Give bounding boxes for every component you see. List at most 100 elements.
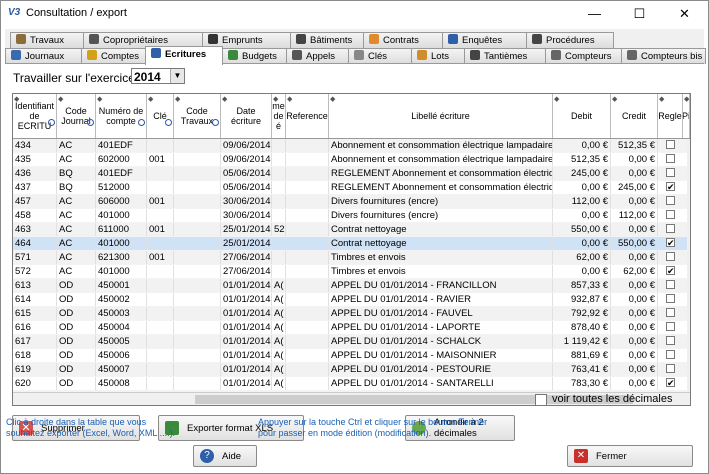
cell-debit[interactable]: 245,00 € [553, 167, 611, 180]
table-row[interactable]: 457 AC 606000 001 30/06/2014 Divers fournitur… [13, 195, 690, 208]
regle-checkbox[interactable] [666, 336, 675, 345]
cell-libelle[interactable]: Contrat nettoyage [329, 237, 553, 250]
sort-handle-icon[interactable]: ◆ [330, 95, 335, 105]
cell-ref[interactable] [286, 209, 329, 222]
cell-date[interactable]: 30/06/2014 [221, 209, 272, 222]
table-row[interactable]: 571 AC 621300 001 27/06/2014 Timbres et envoi… [13, 251, 690, 264]
column-header[interactable]: ◆ Libellé écriture [329, 94, 553, 138]
cell-journal[interactable]: AC [57, 139, 96, 152]
cell-date[interactable]: 01/01/2014 [221, 377, 272, 390]
cell-debit[interactable]: 878,40 € [553, 321, 611, 334]
cell-id[interactable]: 617 [13, 335, 57, 348]
cell-id[interactable]: 437 [13, 181, 57, 194]
cell-id[interactable]: 457 [13, 195, 57, 208]
regle-checkbox[interactable] [666, 210, 675, 219]
cell-id[interactable]: 616 [13, 321, 57, 334]
search-icon[interactable] [165, 119, 172, 126]
cell-travaux[interactable] [174, 279, 221, 292]
regle-checkbox[interactable] [666, 168, 675, 177]
cell-debit[interactable]: 1 119,42 € [553, 335, 611, 348]
cell-journal[interactable]: OD [57, 279, 96, 292]
regle-checkbox[interactable] [666, 322, 675, 331]
cell-me[interactable]: A( [272, 363, 286, 376]
cell-cle[interactable] [147, 307, 174, 320]
table-row[interactable]: 619 OD 450007 01/01/2014 A(APPEL DU 01/01/20… [13, 363, 690, 376]
cell-travaux[interactable] [174, 293, 221, 306]
search-icon[interactable] [138, 119, 145, 126]
column-header[interactable]: ◆ Numéro de compte [96, 94, 147, 138]
cell-ref[interactable] [286, 363, 329, 376]
regle-checkbox[interactable]: ✔ [666, 378, 675, 388]
column-header[interactable]: ◆ Regle [658, 94, 683, 138]
cell-date[interactable]: 01/01/2014 [221, 335, 272, 348]
table-row[interactable]: 464 AC 401000 25/01/2014 Contrat nettoyage 0,… [13, 237, 690, 250]
cell-ref[interactable] [286, 321, 329, 334]
cell-libelle[interactable]: Timbres et envois [329, 265, 553, 278]
cell-cle[interactable] [147, 237, 174, 250]
cell-credit[interactable]: 0,00 € [611, 349, 658, 362]
column-header[interactable]: ◆ Reference [286, 94, 329, 138]
cell-travaux[interactable] [174, 139, 221, 152]
cell-libelle[interactable]: REGLEMENT Abonnement et consommation éle… [329, 181, 553, 194]
regle-checkbox[interactable] [666, 364, 675, 373]
cell-cle[interactable] [147, 377, 174, 390]
cell-libelle[interactable]: APPEL DU 01/01/2014 - PESTOURIE [329, 363, 553, 376]
cell-id[interactable]: 614 [13, 293, 57, 306]
cell-ref[interactable] [286, 181, 329, 194]
table-row[interactable]: 615 OD 450003 01/01/2014 A(APPEL DU 01/01/20… [13, 307, 690, 320]
sort-handle-icon[interactable]: ◆ [58, 95, 63, 105]
column-header[interactable]: ◆ me de é [272, 94, 286, 138]
cell-libelle[interactable]: APPEL DU 01/01/2014 - MAISONNIER [329, 349, 553, 362]
tab-journaux[interactable]: Journaux [5, 48, 82, 64]
cell-travaux[interactable] [174, 209, 221, 222]
table-row[interactable]: 434 AC 401EDF 09/06/2014 Abonnement et conso… [13, 139, 690, 152]
cell-journal[interactable]: OD [57, 321, 96, 334]
cell-journal[interactable]: OD [57, 349, 96, 362]
column-header[interactable]: ◆ Code Journal [57, 94, 96, 138]
cell-date[interactable]: 09/06/2014 [221, 139, 272, 152]
table-row[interactable]: 613 OD 450001 01/01/2014 A(APPEL DU 01/01/20… [13, 279, 690, 292]
cell-credit[interactable]: 245,00 € [611, 181, 658, 194]
cell-travaux[interactable] [174, 335, 221, 348]
cell-travaux[interactable] [174, 377, 221, 390]
cell-debit[interactable]: 857,33 € [553, 279, 611, 292]
cell-ref[interactable] [286, 251, 329, 264]
cell-cle[interactable] [147, 321, 174, 334]
cell-me[interactable] [272, 181, 286, 194]
cell-me[interactable]: A( [272, 307, 286, 320]
column-header[interactable]: ◆ Pi [683, 94, 690, 138]
table-row[interactable]: 618 OD 450006 01/01/2014 A(APPEL DU 01/01/20… [13, 349, 690, 362]
sort-handle-icon[interactable]: ◆ [684, 95, 689, 105]
cell-id[interactable]: 436 [13, 167, 57, 180]
cell-me[interactable]: A( [272, 279, 286, 292]
cell-journal[interactable]: BQ [57, 167, 96, 180]
chevron-down-icon[interactable]: ▼ [170, 69, 184, 83]
cell-credit[interactable]: 0,00 € [611, 251, 658, 264]
column-header[interactable]: ◆ Credit [611, 94, 658, 138]
cell-travaux[interactable] [174, 181, 221, 194]
cell-ref[interactable] [286, 139, 329, 152]
cell-me[interactable]: A( [272, 349, 286, 362]
cell-journal[interactable]: AC [57, 251, 96, 264]
cell-libelle[interactable]: APPEL DU 01/01/2014 - FAUVEL [329, 307, 553, 320]
cell-compte[interactable]: 450006 [96, 349, 147, 362]
cell-me[interactable] [272, 209, 286, 222]
cell-credit[interactable]: 0,00 € [611, 321, 658, 334]
regle-checkbox[interactable]: ✔ [666, 266, 675, 276]
cell-debit[interactable]: 0,00 € [553, 181, 611, 194]
column-header[interactable]: ◆ Debit [553, 94, 611, 138]
cell-date[interactable]: 01/01/2014 [221, 279, 272, 292]
cell-compte[interactable]: 450002 [96, 293, 147, 306]
cell-journal[interactable]: OD [57, 363, 96, 376]
cell-compte[interactable]: 450007 [96, 363, 147, 376]
tab-cl-s[interactable]: Clés [348, 48, 412, 64]
cell-libelle[interactable]: APPEL DU 01/01/2014 - LAPORTE [329, 321, 553, 334]
cell-compte[interactable]: 450005 [96, 335, 147, 348]
cell-date[interactable]: 05/06/2014 [221, 181, 272, 194]
sort-handle-icon[interactable]: ◆ [175, 95, 180, 105]
exercise-select[interactable]: 2014 ▼ [131, 68, 185, 84]
cell-debit[interactable]: 0,00 € [553, 139, 611, 152]
regle-checkbox[interactable] [666, 350, 675, 359]
close-window-button[interactable]: ✕ [662, 1, 707, 27]
cell-libelle[interactable]: Abonnement et consommation électrique la… [329, 139, 553, 152]
